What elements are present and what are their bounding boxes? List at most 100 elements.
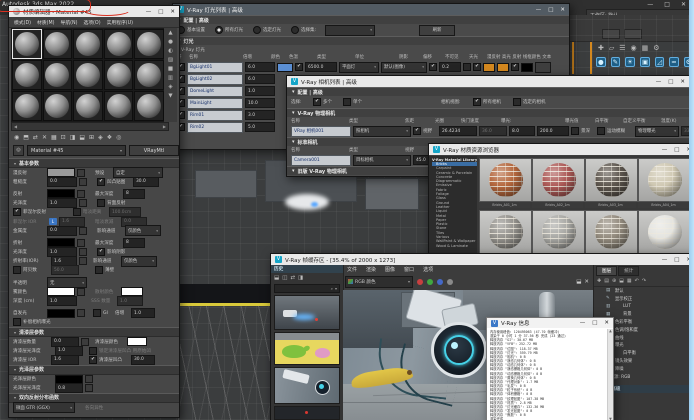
- param-cell[interactable]: 1.0: [47, 296, 77, 306]
- config-cell[interactable]: 基本设置: [187, 26, 213, 34]
- param-cell[interactable]: [89, 199, 95, 207]
- param-cell[interactable]: 8: [123, 238, 145, 248]
- light-cell[interactable]: DomeLight: [187, 86, 243, 97]
- material-thumbnail[interactable]: Bricks_A02_1m: [532, 158, 583, 208]
- material-type-button[interactable]: VRayMtl: [129, 145, 179, 156]
- camera-cell[interactable]: 视野: [423, 127, 437, 135]
- editor-tool-icon[interactable]: ⬒: [23, 134, 29, 141]
- category-item[interactable]: WallPaint & Wallpaper: [432, 239, 480, 243]
- param-cell[interactable]: 清漆层光泽度: [13, 347, 53, 355]
- param-cell[interactable]: 散射颜色: [95, 288, 119, 296]
- main-window-buttons[interactable]: — □ ✕: [647, 1, 686, 8]
- history-tool-icon[interactable]: ⇄: [290, 275, 295, 281]
- camera-cell[interactable]: 36.0: [479, 126, 507, 136]
- param-cell[interactable]: [77, 404, 83, 412]
- param-cell[interactable]: 仅颜色: [125, 225, 161, 236]
- param-cell[interactable]: [91, 338, 93, 346]
- light-cell[interactable]: ✔: [295, 63, 303, 71]
- param-cell[interactable]: [87, 169, 93, 177]
- object-tab-icon[interactable]: ◿: [655, 57, 664, 67]
- rollout-header[interactable]: ▾V-Ray 物理相机: [287, 108, 689, 117]
- light-cell[interactable]: 3.0: [245, 110, 275, 120]
- layers-tab[interactable]: 统计: [618, 266, 639, 276]
- config-cell[interactable]: [253, 26, 261, 34]
- light-cell[interactable]: BgLight01: [187, 62, 243, 73]
- param-cell[interactable]: 雾颜色: [13, 288, 45, 296]
- param-cell[interactable]: [77, 190, 85, 198]
- material-thumbnail[interactable]: [479, 210, 530, 254]
- light-cell[interactable]: [535, 62, 551, 73]
- close-icon[interactable]: ✕: [170, 9, 175, 15]
- command-tab-icon[interactable]: ◉: [631, 44, 637, 52]
- material-library-window[interactable]: V V-Ray 材质资源浏览器 —□✕ ◀▶ 打开材质库在材质编辑器中打开使用工…: [428, 143, 694, 255]
- param-cell[interactable]: 最大深度: [95, 190, 121, 198]
- param-cell[interactable]: 各向异性: [85, 404, 111, 412]
- select-cell[interactable]: ✔: [313, 98, 321, 106]
- minimize-icon[interactable]: —: [146, 9, 152, 15]
- maximize-icon[interactable]: □: [664, 1, 670, 8]
- material-thumbnail[interactable]: Bricks_A04_1m: [638, 158, 689, 208]
- material-sample[interactable]: [134, 60, 164, 90]
- rollout-header[interactable]: ▾灯光: [173, 36, 569, 45]
- command-tab-icon[interactable]: ▦: [642, 44, 649, 52]
- param-cell[interactable]: 1.0: [117, 296, 143, 306]
- param-cell[interactable]: 背面反射: [107, 199, 137, 207]
- camera-cell[interactable]: ✔: [413, 127, 421, 135]
- light-cell[interactable]: ✔: [429, 63, 437, 71]
- material-thumbnail[interactable]: [532, 210, 583, 254]
- config-cell[interactable]: [325, 25, 375, 36]
- material-thumbnail[interactable]: [585, 210, 636, 254]
- select-cell[interactable]: 选定的相机: [523, 98, 557, 106]
- param-cell[interactable]: 仅颜色: [121, 256, 157, 267]
- menu-item[interactable]: 窗口: [404, 266, 414, 273]
- param-cell[interactable]: [89, 248, 95, 256]
- light-cell[interactable]: 10.0: [245, 98, 275, 108]
- layer-row[interactable]: ▤ 默认: [594, 287, 694, 295]
- param-cell[interactable]: [13, 266, 21, 274]
- material-editor-window[interactable]: 材质编辑器 - Material #45 —□✕ 模式(D)材质(M)导航(N)…: [8, 5, 180, 418]
- category-item[interactable]: Wood & Laminate: [432, 244, 480, 248]
- camera-lister-titlebar[interactable]: V V-Ray 相机列表 | 高级 —□✕: [287, 76, 689, 87]
- log-titlebar[interactable]: V V-Ray 信息 —□✕: [487, 318, 613, 328]
- light-cell[interactable]: 平面灯: [339, 62, 379, 73]
- close-icon[interactable]: ✕: [681, 1, 686, 8]
- rollout-header[interactable]: ▾清漆层参数: [9, 327, 179, 337]
- param-cell[interactable]: [127, 337, 147, 346]
- sample-scrollbar[interactable]: ◀▶: [11, 122, 169, 131]
- layers-tool-icon[interactable]: ▦: [627, 278, 632, 284]
- minimize-icon[interactable]: —: [662, 257, 668, 263]
- param-cell[interactable]: [77, 288, 85, 296]
- scroll-up-icon[interactable]: ▲: [609, 329, 612, 333]
- param-cell[interactable]: [77, 309, 85, 317]
- layers-tool-icon[interactable]: ↶: [635, 278, 639, 284]
- param-cell[interactable]: 8: [123, 189, 145, 199]
- menu-item[interactable]: 实用程序(U): [107, 19, 133, 26]
- param-cell[interactable]: [121, 287, 143, 296]
- param-cell[interactable]: GI: [103, 309, 113, 317]
- object-tab-icon[interactable]: ▣: [640, 57, 650, 67]
- history-tool-icon[interactable]: ⬓: [274, 275, 279, 281]
- light-cell[interactable]: Rim02: [187, 122, 243, 133]
- select-cell[interactable]: 相机视图:: [441, 98, 471, 106]
- camera-cell[interactable]: 照相机: [353, 126, 411, 137]
- sample-tool-icon[interactable]: ●: [168, 39, 173, 45]
- camera-cell[interactable]: 26.4234: [439, 126, 477, 136]
- close-icon[interactable]: ✕: [680, 79, 685, 85]
- layers-tool-icon[interactable]: ⬓: [619, 278, 624, 284]
- maximize-icon[interactable]: □: [158, 9, 163, 15]
- select-cell[interactable]: [373, 98, 439, 106]
- config-cell[interactable]: 选定灯光: [263, 26, 289, 34]
- maximize-icon[interactable]: □: [548, 7, 553, 13]
- select-cell[interactable]: [343, 98, 351, 106]
- camera-cell[interactable]: [597, 127, 605, 135]
- light-cell[interactable]: 6500.0: [305, 62, 337, 72]
- param-cell[interactable]: 最大深度: [95, 239, 121, 247]
- frame-buffer-titlebar[interactable]: V V-Ray 帧缓存区 - [35.4% of 2000 x 1273] —□…: [271, 254, 694, 265]
- object-tab-icon[interactable]: ≈: [669, 57, 678, 67]
- material-sample[interactable]: [43, 29, 73, 59]
- material-sample[interactable]: [73, 29, 103, 59]
- vray-log-window[interactable]: V V-Ray 信息 —□✕ 内存使用峰值: 120495063 (47.70 …: [486, 317, 614, 420]
- material-thumbnail[interactable]: Bricks_A03_1m: [585, 158, 636, 208]
- material-sample[interactable]: [73, 60, 103, 90]
- param-cell[interactable]: [85, 375, 93, 383]
